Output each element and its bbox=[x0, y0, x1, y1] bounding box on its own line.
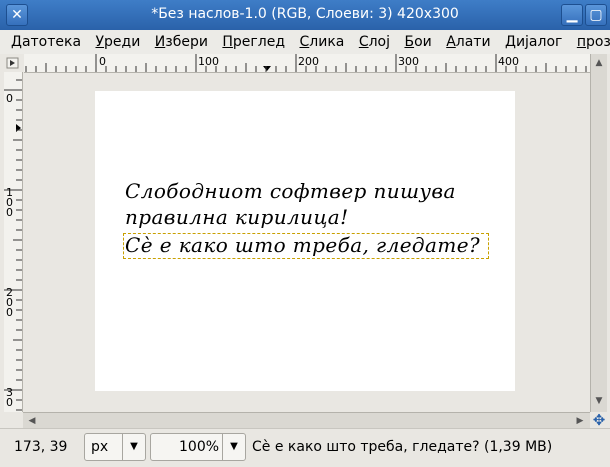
vertical-ruler: 0 1 0 0 2 0 0 3 0 bbox=[4, 72, 23, 412]
pointer-coordinates: 173, 39 bbox=[14, 439, 68, 455]
menu-file[interactable]: Датотека bbox=[6, 32, 86, 52]
v-ruler-label-100: 1 0 0 bbox=[6, 186, 13, 219]
horizontal-scrollbar[interactable]: ◀ ▶ bbox=[23, 412, 590, 429]
pointer-marker-icon bbox=[263, 66, 271, 71]
menu-tools[interactable]: Алати bbox=[441, 32, 495, 52]
zoom-select[interactable]: 100% ▼ bbox=[150, 433, 246, 461]
v-ruler-label-300: 3 0 bbox=[6, 386, 13, 409]
scroll-right-icon[interactable]: ▶ bbox=[573, 414, 587, 428]
horizontal-ruler: 0 100 200 300 400 bbox=[24, 54, 590, 73]
status-message: Сè е како што треба, гледате? (1,39 MB) bbox=[252, 439, 553, 455]
navigate-icon[interactable]: ✥ bbox=[591, 412, 607, 428]
menu-windows[interactable]: прозо bbox=[572, 32, 610, 52]
status-bar: 173, 39 px ▼ 100% ▼ Сè е како што треба,… bbox=[0, 428, 610, 467]
horizontal-ruler-ticks: 0 100 200 300 400 bbox=[25, 54, 587, 72]
menu-edit[interactable]: Уреди bbox=[91, 32, 146, 52]
ruler-corner[interactable] bbox=[4, 54, 24, 72]
menu-colors[interactable]: Бои bbox=[399, 32, 436, 52]
v-ruler-label-200: 2 0 0 bbox=[6, 286, 13, 319]
unit-value: px bbox=[91, 439, 109, 455]
unit-select[interactable]: px ▼ bbox=[84, 433, 146, 461]
chevron-down-icon[interactable]: ▼ bbox=[222, 434, 245, 460]
minimize-button[interactable]: ▁ bbox=[561, 4, 583, 26]
maximize-button[interactable]: ▢ bbox=[585, 4, 607, 26]
v-pointer-marker-icon bbox=[16, 124, 21, 132]
chevron-down-icon[interactable]: ▼ bbox=[122, 434, 145, 460]
vertical-ruler-ticks: 0 bbox=[4, 79, 22, 411]
canvas-area[interactable]: Слободниот софтвер пишува правилна кирил… bbox=[23, 73, 590, 412]
title-bar: ✕ *Без наслов-1.0 (RGB, Слоеви: 3) 420x3… bbox=[0, 0, 610, 30]
image-canvas[interactable]: Слободниот софтвер пишува правилна кирил… bbox=[95, 91, 515, 391]
v-ruler-label-0: 0 bbox=[6, 92, 13, 105]
menu-view[interactable]: Преглед bbox=[217, 32, 290, 52]
canvas-text-line-1: Слободниот софтвер пишува bbox=[125, 179, 456, 203]
vertical-scrollbar[interactable]: ▲ ▼ bbox=[590, 54, 607, 412]
menu-arrow-icon[interactable] bbox=[4, 54, 24, 72]
menu-image[interactable]: Слика bbox=[294, 32, 349, 52]
scroll-down-icon[interactable]: ▼ bbox=[592, 394, 606, 408]
zoom-value: 100% bbox=[179, 439, 220, 455]
scroll-left-icon[interactable]: ◀ bbox=[25, 414, 39, 428]
scroll-up-icon[interactable]: ▲ bbox=[592, 56, 606, 70]
menu-select[interactable]: Избери bbox=[150, 32, 213, 52]
menu-dialogs[interactable]: Дијалог bbox=[500, 32, 567, 52]
menu-layer[interactable]: Слој bbox=[354, 32, 395, 52]
window-title: *Без наслов-1.0 (RGB, Слоеви: 3) 420x300 bbox=[151, 6, 459, 22]
h-ruler-label-0: 0 bbox=[99, 55, 106, 68]
menu-bar: Датотека Уреди Избери Преглед Слика Слој… bbox=[0, 30, 610, 54]
canvas-text-line-3: Сè е како што треба, гледате? bbox=[125, 233, 481, 257]
canvas-text-line-2: правилна кирилица! bbox=[125, 205, 349, 229]
